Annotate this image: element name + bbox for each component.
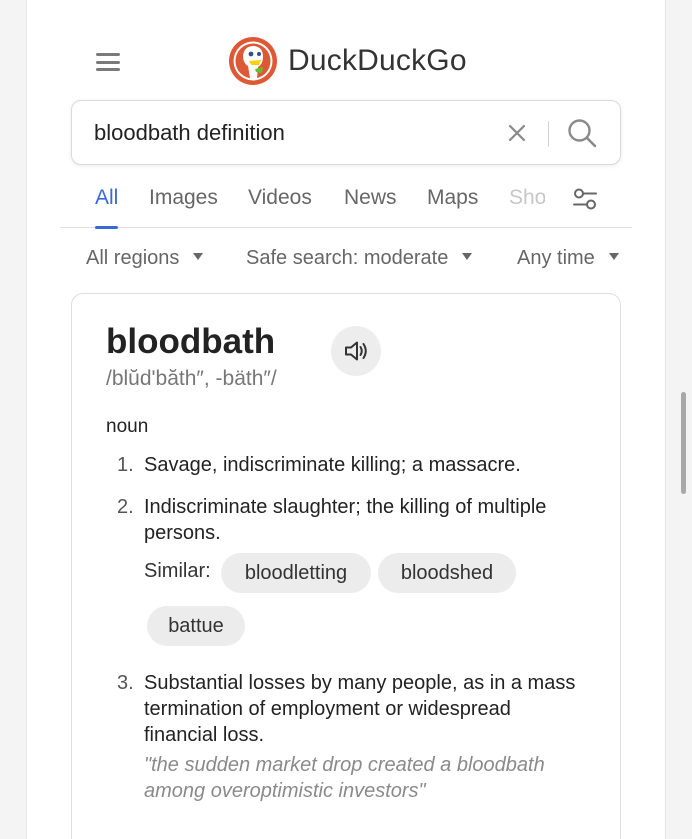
sense-text: Substantial losses by many people, as in… (144, 672, 576, 746)
duck-logo-icon (229, 37, 277, 85)
similar-chip[interactable]: bloodshed (378, 553, 516, 593)
sense-text: Savage, indiscriminate killing; a massac… (144, 454, 521, 476)
definition-card: bloodbath /blŭdʹbăth″, -bäth″/ noun 1. S… (71, 293, 621, 839)
tab-maps[interactable]: Maps (427, 186, 478, 228)
chevron-down-icon (462, 253, 473, 261)
search-box (71, 100, 621, 165)
tab-shopping[interactable]: Shop (509, 186, 545, 228)
tab-news[interactable]: News (344, 186, 397, 228)
similar-chip[interactable]: bloodletting (221, 553, 371, 593)
tab-images[interactable]: Images (149, 186, 218, 228)
region-filter-label: All regions (86, 247, 180, 269)
hamburger-menu-icon[interactable] (96, 53, 120, 71)
tab-all[interactable]: All (95, 186, 119, 229)
search-input[interactable] (94, 117, 474, 149)
safe-search-filter[interactable]: Safe search: moderate (246, 247, 473, 270)
time-filter[interactable]: Any time (517, 247, 619, 270)
usage-example: "the sudden market drop created a bloodb… (144, 754, 545, 802)
sense-text: Indiscriminate slaughter; the killing of… (144, 496, 547, 544)
sense-number: 1. (117, 454, 134, 476)
sense-number: 3. (117, 672, 134, 694)
search-tabs: All Images Videos News Maps Shop (60, 186, 632, 229)
safe-search-label: Safe search: moderate (246, 247, 449, 269)
chevron-down-icon (193, 253, 204, 261)
logo[interactable]: DuckDuckGo (228, 36, 467, 86)
region-filter[interactable]: All regions (86, 247, 204, 270)
similar-chip[interactable]: battue (147, 606, 245, 646)
scrollbar-thumb[interactable] (681, 392, 686, 494)
time-filter-label: Any time (517, 247, 595, 269)
sense-number: 2. (117, 496, 134, 518)
chevron-down-icon (608, 253, 619, 261)
search-divider (548, 121, 549, 147)
part-of-speech: noun (106, 416, 149, 437)
filter-bar: All regions Safe search: moderate Any ti… (86, 247, 632, 275)
tab-videos[interactable]: Videos (248, 186, 312, 228)
speaker-icon (345, 341, 367, 361)
close-icon[interactable] (504, 120, 530, 146)
logo-text: DuckDuckGo (288, 44, 467, 77)
definition-word: bloodbath (106, 322, 276, 361)
pronunciation-audio-button[interactable] (331, 326, 381, 376)
search-icon[interactable] (566, 117, 598, 149)
settings-sliders-icon[interactable] (572, 186, 598, 212)
similar-label: Similar: (144, 560, 211, 582)
pronunciation-text: /blŭdʹbăth″, -bäth″/ (106, 367, 277, 390)
